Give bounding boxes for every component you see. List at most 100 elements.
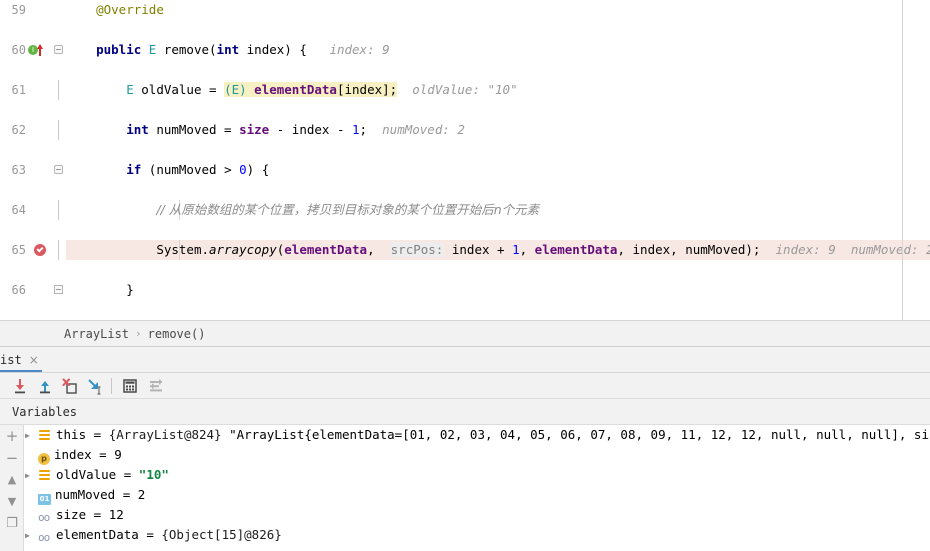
code-token: elementData xyxy=(535,242,618,257)
toolbar-separator xyxy=(111,378,112,394)
code-text[interactable]: // 从原始数组的某个位置，拷贝到目标对象的某个位置开始后n个元素 xyxy=(66,200,539,220)
code-token: 1 xyxy=(512,242,520,257)
variable-row[interactable]: ▶oosize = 12 xyxy=(25,505,124,525)
code-token: , xyxy=(367,242,375,257)
variable-equals: = xyxy=(86,427,109,442)
fold-column[interactable] xyxy=(52,40,66,60)
variable-equals: = xyxy=(86,507,109,522)
breadcrumb-class[interactable]: ArrayList xyxy=(64,327,129,341)
code-token: 0 xyxy=(239,162,247,177)
code-token: numMoved: 2 xyxy=(851,242,930,257)
variable-row[interactable]: ▶ooelementData = {Object[15]@826} xyxy=(25,525,282,545)
fold-column[interactable] xyxy=(52,160,66,180)
code-text[interactable]: public E remove(int index) { index: 9 xyxy=(66,40,390,60)
force-step-into-button[interactable] xyxy=(60,376,80,396)
evaluate-expression-button[interactable] xyxy=(120,376,140,396)
line-number: 65 xyxy=(0,240,26,260)
fold-end-icon[interactable] xyxy=(54,285,63,294)
code-text[interactable]: int numMoved = size - index - 1; numMove… xyxy=(66,120,465,140)
debug-tool-tabs[interactable]: ist × xyxy=(0,347,930,373)
code-text[interactable]: @Override xyxy=(66,0,164,20)
settings-button[interactable] xyxy=(146,376,166,396)
fold-column[interactable] xyxy=(52,120,66,140)
code-text[interactable]: E oldValue = (E) elementData[index]; old… xyxy=(66,80,518,100)
code-token: numMoved: 2 xyxy=(382,122,465,137)
fold-collapse-icon[interactable] xyxy=(54,45,63,54)
code-line-66[interactable]: 66 } xyxy=(0,280,930,300)
variable-row[interactable]: ▶this = {ArrayList@824} "ArrayList{eleme… xyxy=(25,425,930,445)
copy-value-button[interactable]: ❐ xyxy=(4,516,20,532)
primitive-variable-icon: 01 xyxy=(38,494,51,505)
fold-column[interactable] xyxy=(52,200,66,220)
code-text[interactable]: if (numMoved > 0) { xyxy=(66,160,269,180)
code-line-65[interactable]: 65 System.arraycopy(elementData, srcPos:… xyxy=(0,240,930,260)
variable-name: elementData xyxy=(56,527,139,542)
code-lines-container[interactable]: 59 @Override 60I public E remove(int inde… xyxy=(0,0,930,320)
code-token xyxy=(66,82,126,97)
parameter-variable-icon: p xyxy=(38,453,50,465)
variable-row[interactable]: ▶01numMoved = 2 xyxy=(25,485,145,505)
fold-column[interactable] xyxy=(52,280,66,300)
variable-name: numMoved xyxy=(55,487,115,502)
expand-arrow-icon[interactable]: ▶ xyxy=(25,526,38,546)
debugger-toolbar[interactable] xyxy=(0,373,930,399)
gutter-area[interactable]: I xyxy=(26,40,52,60)
override-method-icon[interactable]: I xyxy=(28,44,40,56)
step-into-button[interactable] xyxy=(10,376,30,396)
code-line-64[interactable]: 64 // 从原始数组的某个位置，拷贝到目标对象的某个位置开始后n个元素 xyxy=(0,200,930,220)
code-token: if xyxy=(126,162,141,177)
code-line-60[interactable]: 60I public E remove(int index) { index: … xyxy=(0,40,930,60)
code-line-63[interactable]: 63 if (numMoved > 0) { xyxy=(0,160,930,180)
run-to-cursor-button[interactable] xyxy=(85,376,105,396)
variable-row[interactable]: ▶oldValue = "10" xyxy=(25,465,169,485)
variables-panel[interactable]: + − ▲ ▼ ❐ ▶this = {ArrayList@824} "ArrayList… xyxy=(0,425,930,551)
move-down-button[interactable]: ▼ xyxy=(4,494,20,510)
fold-guide-line xyxy=(58,120,59,140)
gutter-area[interactable] xyxy=(26,200,52,220)
expand-arrow-icon[interactable]: ▶ xyxy=(25,466,38,486)
code-token xyxy=(66,162,126,177)
code-token: size xyxy=(239,122,269,137)
fold-column[interactable] xyxy=(52,240,66,260)
step-out-button[interactable] xyxy=(35,376,55,396)
fold-guide-line xyxy=(58,200,59,220)
gutter-area[interactable] xyxy=(26,160,52,180)
code-token: , xyxy=(520,242,535,257)
breakpoint-icon[interactable] xyxy=(34,244,46,256)
close-icon[interactable]: × xyxy=(29,353,39,367)
breadcrumb[interactable]: ArrayList › remove() xyxy=(0,320,930,347)
fold-column[interactable] xyxy=(52,0,66,20)
gutter-area[interactable] xyxy=(26,80,52,100)
code-token xyxy=(836,242,851,257)
variable-row[interactable]: ▶pindex = 9 xyxy=(25,445,122,465)
code-token xyxy=(397,82,412,97)
code-token: [index]; xyxy=(337,82,397,97)
gutter-area[interactable] xyxy=(26,120,52,140)
fold-column[interactable] xyxy=(52,80,66,100)
breadcrumb-method[interactable]: remove() xyxy=(148,327,206,341)
debug-tab-arraylist[interactable]: ist × xyxy=(0,347,47,372)
variables-gutter[interactable]: + − ▲ ▼ ❐ xyxy=(0,425,24,551)
code-token xyxy=(66,122,126,137)
code-token: ) { xyxy=(247,162,270,177)
move-up-button[interactable]: ▲ xyxy=(4,472,20,488)
arrow-down-to-line-icon xyxy=(10,376,30,396)
code-line-59[interactable]: 59 @Override xyxy=(0,0,930,20)
code-editor[interactable]: 59 @Override 60I public E remove(int inde… xyxy=(0,0,930,320)
add-watch-button[interactable]: + xyxy=(4,428,20,444)
expand-arrow-icon[interactable]: ▶ xyxy=(25,426,38,446)
gutter-area[interactable] xyxy=(26,0,52,20)
code-text[interactable]: System.arraycopy(elementData, srcPos: in… xyxy=(66,240,930,260)
code-line-62[interactable]: 62 int numMoved = size - index - 1; numM… xyxy=(0,120,930,140)
fold-guide-line xyxy=(58,80,59,100)
code-token: srcPos: xyxy=(390,242,445,257)
gutter-area[interactable] xyxy=(26,240,52,260)
code-line-61[interactable]: 61 E oldValue = (E) elementData[index]; … xyxy=(0,80,930,100)
code-token: remove( xyxy=(156,42,216,57)
fold-collapse-icon[interactable] xyxy=(54,165,63,174)
variable-name: size xyxy=(56,507,86,522)
gutter-area[interactable] xyxy=(26,280,52,300)
code-text[interactable]: } xyxy=(66,280,134,300)
code-token: elementData xyxy=(284,242,367,257)
remove-watch-button[interactable]: − xyxy=(4,450,20,466)
